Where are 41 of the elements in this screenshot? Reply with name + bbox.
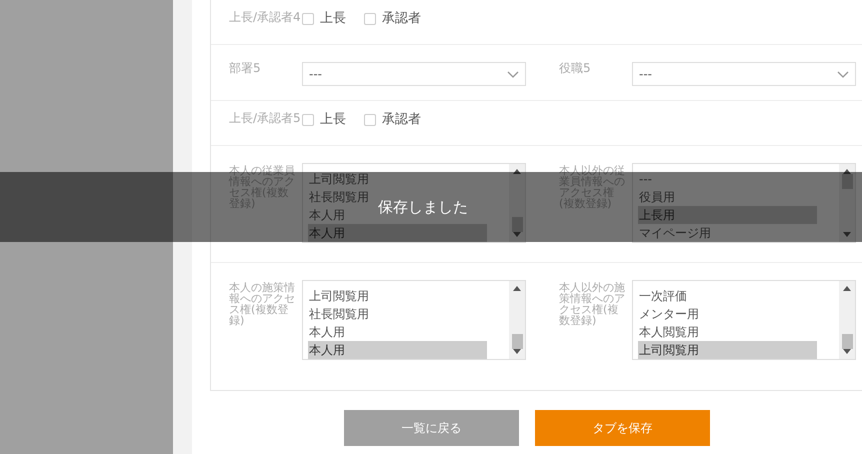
toast-message: 保存しました (378, 196, 468, 218)
field-label: 部署5 (229, 60, 262, 77)
chevron-down-icon (507, 70, 519, 78)
list-option[interactable]: 一次評価 (638, 287, 688, 305)
scrollbar[interactable] (839, 281, 855, 359)
checkbox-label: 承認者 (382, 111, 421, 130)
checkbox-label: 上長 (320, 111, 346, 130)
checkbox[interactable] (302, 13, 314, 25)
field-label: 本人以外の施策情報へのアクセス権(複数登録) (559, 282, 626, 326)
select-field[interactable]: --- (632, 62, 856, 86)
scroll-up-icon (843, 286, 851, 291)
checkbox[interactable] (364, 114, 376, 126)
multi-select-list[interactable]: 一次評価 メンター用 本人閲覧用 上司閲覧用 (632, 280, 856, 360)
checkbox[interactable] (302, 114, 314, 126)
scrollbar-thumb[interactable] (842, 174, 853, 189)
list-option[interactable]: 本人用 (308, 341, 487, 359)
list-option[interactable]: 社長閲覧用 (308, 305, 370, 323)
checkbox-label: 承認者 (382, 10, 421, 28)
checkbox-label: 上長 (320, 10, 346, 28)
scrollbar-thumb[interactable] (842, 334, 853, 349)
field-label: 上長/承認者5 (229, 110, 302, 127)
list-option[interactable]: 上司閲覧用 (308, 287, 370, 305)
scrollbar[interactable] (509, 164, 525, 242)
scrollbar-thumb[interactable] (512, 334, 523, 349)
scrollbar[interactable] (839, 164, 855, 242)
checkbox[interactable] (364, 13, 376, 25)
scrollbar-thumb[interactable] (512, 217, 523, 232)
chevron-down-icon (837, 70, 849, 78)
scroll-up-icon (513, 286, 521, 291)
list-option[interactable]: 本人用 (308, 323, 346, 341)
list-option[interactable]: 上司閲覧用 (638, 341, 817, 359)
select-field[interactable]: --- (302, 62, 526, 86)
field-label: 上長/承認者4 (229, 9, 302, 26)
field-label: 本人の施策情報へのアクセス権(複数登録) (229, 282, 296, 326)
scroll-down-icon (843, 232, 851, 237)
field-label: 役職5 (559, 60, 592, 77)
list-option[interactable]: 本人閲覧用 (638, 323, 700, 341)
scrollbar[interactable] (509, 281, 525, 359)
scroll-up-icon (513, 169, 521, 174)
multi-select-list[interactable]: 上司閲覧用 社長閲覧用 本人用 本人用 (302, 280, 526, 360)
list-option[interactable]: メンター用 (638, 305, 700, 323)
